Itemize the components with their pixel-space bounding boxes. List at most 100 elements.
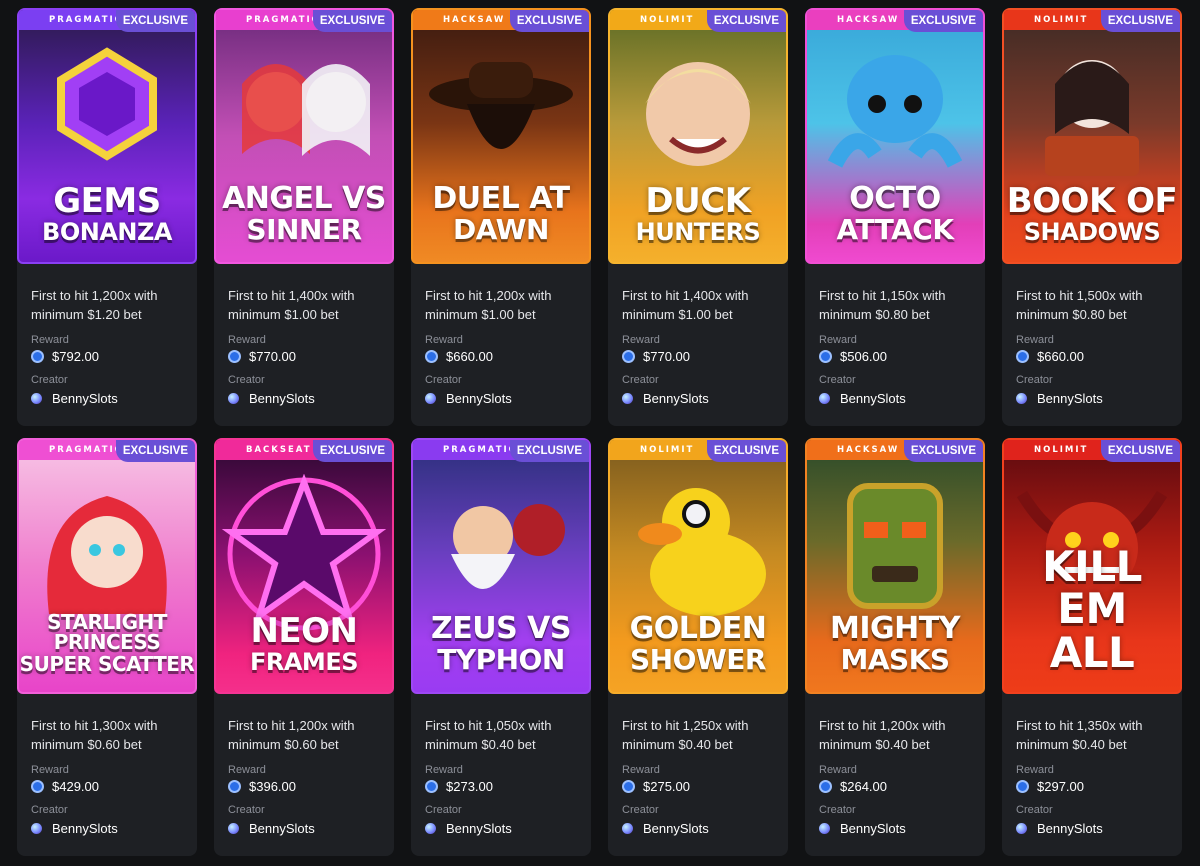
creator-name: BennySlots (643, 391, 709, 406)
creator-name: BennySlots (1037, 391, 1103, 406)
game-card[interactable]: NOLIMIT EXCLUSIVE GOLDEN SHOWER First to… (608, 438, 788, 856)
creator-label: Creator (819, 374, 856, 386)
reward-label: Reward (31, 334, 69, 346)
game-card[interactable]: NOLIMIT EXCLUSIVE BOOK OF SHADOWS First … (1002, 8, 1182, 426)
game-artwork[interactable]: PRAGMATIC PL EXCLUSIVE ZEUS VS TYPHON (411, 438, 591, 694)
reward-label: Reward (819, 334, 857, 346)
game-artwork[interactable]: NOLIMIT EXCLUSIVE DUCK HUNTERS (608, 8, 788, 264)
reward-amount: $273.00 (446, 779, 493, 794)
challenge-info: First to hit 1,500x with minimum $0.80 b… (1002, 264, 1182, 406)
creator-link[interactable]: BennySlots (425, 391, 577, 406)
creator-name: BennySlots (840, 821, 906, 836)
coin-icon (622, 780, 635, 793)
creator-link[interactable]: BennySlots (31, 391, 183, 406)
game-artwork[interactable]: PRAGMATIC PL EXCLUSIVE STARLIGHT PRINCES… (17, 438, 197, 694)
provider-name: NOLIMIT (1034, 15, 1089, 25)
creator-link[interactable]: BennySlots (622, 391, 774, 406)
duck-illustration (618, 474, 778, 629)
game-artwork[interactable]: NOLIMIT EXCLUSIVE BOOK OF SHADOWS (1002, 8, 1182, 264)
exclusive-badge: EXCLUSIVE (312, 10, 392, 32)
creator-link[interactable]: BennySlots (228, 391, 380, 406)
game-card[interactable]: PRAGMATIC PL EXCLUSIVE GEMS BONANZA Firs… (17, 8, 197, 426)
creator-avatar-icon (31, 393, 42, 404)
exclusive-badge: EXCLUSIVE (706, 10, 786, 32)
provider-name: HACKSAW (837, 15, 900, 25)
game-card[interactable]: PRAGMATIC PL EXCLUSIVE STARLIGHT PRINCES… (17, 438, 197, 856)
game-title-logo: DUCK HUNTERS (635, 181, 761, 246)
challenge-description: First to hit 1,350x with minimum $0.40 b… (1016, 718, 1143, 752)
creator-link[interactable]: BennySlots (228, 821, 380, 836)
creator-link[interactable]: BennySlots (819, 821, 971, 836)
game-card[interactable]: HACKSAW EXCLUSIVE DUEL AT DAWN First to … (411, 8, 591, 426)
games-row: PRAGMATIC PL EXCLUSIVE STARLIGHT PRINCES… (17, 438, 1189, 856)
creator-link[interactable]: BennySlots (1016, 391, 1168, 406)
reward-amount: $770.00 (643, 349, 690, 364)
game-card[interactable]: PRAGMATIC PL EXCLUSIVE ANGEL VS SINNER F… (214, 8, 394, 426)
creator-label: Creator (819, 804, 856, 816)
game-card[interactable]: BACKSEAT GAM EXCLUSIVE NEON FRAMES First… (214, 438, 394, 856)
games-row: PRAGMATIC PL EXCLUSIVE GEMS BONANZA Firs… (17, 8, 1189, 426)
game-card[interactable]: NOLIMIT EXCLUSIVE DUCK HUNTERS First to … (608, 8, 788, 426)
book-illustration (1017, 44, 1167, 199)
game-artwork[interactable]: HACKSAW EXCLUSIVE MIGHTY MASKS (805, 438, 985, 694)
creator-label: Creator (1016, 374, 1053, 386)
game-card[interactable]: HACKSAW EXCLUSIVE OCTO ATTACK First to h… (805, 8, 985, 426)
gem-illustration (47, 44, 167, 169)
creator-link[interactable]: BennySlots (1016, 821, 1168, 836)
creator-label: Creator (228, 804, 265, 816)
challenge-description: First to hit 1,200x with minimum $0.60 b… (228, 718, 355, 752)
challenge-info: First to hit 1,050x with minimum $0.40 b… (411, 694, 591, 836)
exclusive-badge: EXCLUSIVE (1100, 10, 1180, 32)
challenge-info: First to hit 1,200x with minimum $1.20 b… (17, 264, 197, 406)
creator-link[interactable]: BennySlots (31, 821, 183, 836)
reward-value: $770.00 (228, 349, 380, 364)
game-card[interactable]: HACKSAW EXCLUSIVE MIGHTY MASKS First to … (805, 438, 985, 856)
creator-avatar-icon (425, 823, 436, 834)
exclusive-badge: EXCLUSIVE (115, 440, 195, 462)
coin-icon (622, 350, 635, 363)
creator-avatar-icon (622, 393, 633, 404)
coin-icon (31, 780, 44, 793)
challenge-description: First to hit 1,400x with minimum $1.00 b… (228, 288, 355, 322)
game-artwork[interactable]: HACKSAW EXCLUSIVE DUEL AT DAWN (411, 8, 591, 264)
angel-illustration (224, 44, 384, 199)
creator-avatar-icon (819, 393, 830, 404)
game-card[interactable]: NOLIMIT EXCLUSIVE KILL EM ALL First to h… (1002, 438, 1182, 856)
coin-icon (228, 350, 241, 363)
game-artwork[interactable]: NOLIMIT EXCLUSIVE KILL EM ALL (1002, 438, 1182, 694)
game-artwork[interactable]: NOLIMIT EXCLUSIVE GOLDEN SHOWER (608, 438, 788, 694)
exclusive-badge: EXCLUSIVE (1100, 440, 1180, 462)
challenge-description: First to hit 1,500x with minimum $0.80 b… (1016, 288, 1143, 322)
challenge-info: First to hit 1,400x with minimum $1.00 b… (608, 264, 788, 406)
creator-name: BennySlots (840, 391, 906, 406)
creator-label: Creator (228, 374, 265, 386)
creator-link[interactable]: BennySlots (819, 391, 971, 406)
exclusive-badge: EXCLUSIVE (903, 10, 983, 32)
reward-label: Reward (819, 764, 857, 776)
game-title-logo: OCTO ATTACK (836, 181, 954, 246)
game-title-logo: GOLDEN SHOWER (629, 611, 767, 676)
provider-name: NOLIMIT (1034, 445, 1089, 455)
creator-link[interactable]: BennySlots (425, 821, 577, 836)
mask-illustration (820, 474, 970, 629)
coin-icon (1016, 780, 1029, 793)
reward-value: $429.00 (31, 779, 183, 794)
game-artwork[interactable]: HACKSAW EXCLUSIVE OCTO ATTACK (805, 8, 985, 264)
cowboy-illustration (421, 44, 581, 199)
reward-value: $660.00 (1016, 349, 1168, 364)
reward-amount: $396.00 (249, 779, 296, 794)
game-card[interactable]: PRAGMATIC PL EXCLUSIVE ZEUS VS TYPHON Fi… (411, 438, 591, 856)
reward-label: Reward (425, 334, 463, 346)
game-artwork[interactable]: PRAGMATIC PL EXCLUSIVE ANGEL VS SINNER (214, 8, 394, 264)
game-artwork[interactable]: PRAGMATIC PL EXCLUSIVE GEMS BONANZA (17, 8, 197, 264)
creator-link[interactable]: BennySlots (622, 821, 774, 836)
reward-value: $660.00 (425, 349, 577, 364)
challenge-description: First to hit 1,150x with minimum $0.80 b… (819, 288, 946, 322)
reward-amount: $429.00 (52, 779, 99, 794)
reward-amount: $660.00 (446, 349, 493, 364)
challenge-info: First to hit 1,250x with minimum $0.40 b… (608, 694, 788, 836)
creator-label: Creator (31, 374, 68, 386)
game-artwork[interactable]: BACKSEAT GAM EXCLUSIVE NEON FRAMES (214, 438, 394, 694)
creator-label: Creator (425, 804, 462, 816)
creator-label: Creator (425, 374, 462, 386)
